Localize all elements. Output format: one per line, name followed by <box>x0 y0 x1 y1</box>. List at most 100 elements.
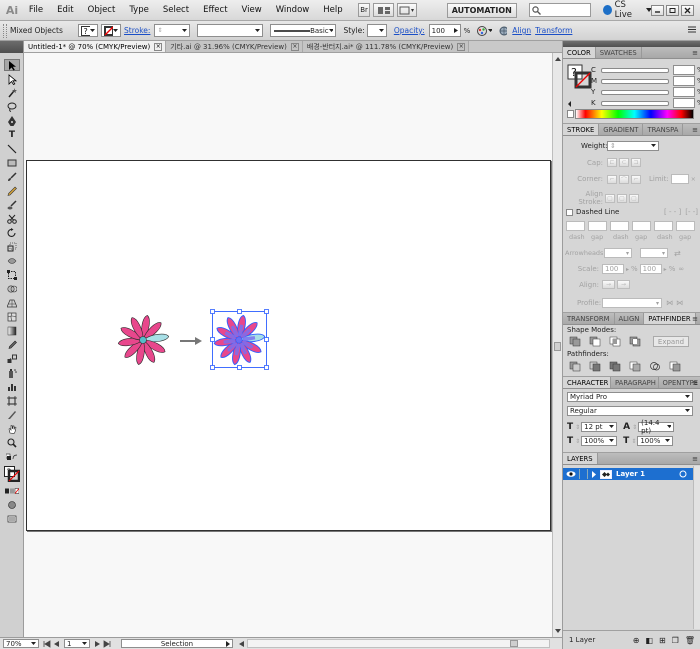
panel-tab[interactable]: PARAGRAPH <box>611 377 659 388</box>
screen-mode-button[interactable] <box>396 3 417 17</box>
panel-tab[interactable]: COLOR <box>563 47 596 58</box>
selection-handle[interactable] <box>237 365 242 370</box>
perspective-grid-tool[interactable] <box>4 297 20 309</box>
color-slider[interactable] <box>601 78 669 84</box>
dash-gap-field[interactable] <box>676 221 695 231</box>
divide-icon[interactable] <box>569 361 581 372</box>
end-scale-field[interactable]: 100 <box>639 264 662 274</box>
scissors-tool[interactable] <box>4 213 20 225</box>
direct-selection-tool[interactable] <box>4 73 20 85</box>
menu-select[interactable]: Select <box>156 5 196 15</box>
align-center-button[interactable]: ▢ <box>605 193 615 203</box>
close-tab-icon[interactable]: × <box>457 42 466 51</box>
hand-tool[interactable] <box>4 423 20 435</box>
menu-help[interactable]: Help <box>316 5 349 15</box>
menu-object[interactable]: Object <box>81 5 123 15</box>
opacity-panel-link[interactable]: Opacity: <box>394 26 425 35</box>
vertical-scale-field[interactable]: 100% <box>581 436 618 446</box>
tools-panel-titlebar[interactable] <box>0 41 23 53</box>
first-artboard-icon[interactable] <box>43 639 51 648</box>
panel-tab[interactable]: TRANSFORM <box>563 313 615 324</box>
target-icon[interactable] <box>679 470 687 478</box>
color-value-field[interactable] <box>673 87 695 97</box>
cs-live-button[interactable]: CS Live <box>602 0 651 20</box>
layer-row[interactable]: Layer 1 <box>563 468 700 480</box>
recolor-artwork-button[interactable] <box>474 24 494 37</box>
dash-alignment-corners-icon[interactable]: [- -] <box>685 208 698 216</box>
arrange-documents-button[interactable] <box>373 3 394 17</box>
artboard-tool[interactable] <box>4 395 20 407</box>
align-inside-button[interactable]: ▢ <box>617 193 627 203</box>
butt-cap-button[interactable]: ⊏ <box>607 158 617 167</box>
color-slider[interactable] <box>601 89 669 95</box>
stroke-swatch-dropdown[interactable] <box>101 24 121 37</box>
color-value-field[interactable] <box>673 65 695 75</box>
menu-edit[interactable]: Edit <box>50 5 80 15</box>
width-tool[interactable] <box>4 255 20 267</box>
bridge-button[interactable]: Br <box>357 3 371 17</box>
graphic-style-dropdown[interactable] <box>366 24 387 37</box>
panel-tab[interactable]: STROKE <box>563 124 600 135</box>
white-swatch[interactable] <box>567 110 574 118</box>
slice-tool[interactable] <box>4 409 20 421</box>
panel-tab[interactable]: ALIGN <box>615 313 645 324</box>
font-size-field[interactable]: 12 pt <box>581 422 618 432</box>
rotate-tool[interactable] <box>4 227 20 239</box>
dash-gap-field[interactable] <box>610 221 629 231</box>
scale-tool[interactable] <box>4 241 20 253</box>
dash-gap-field[interactable] <box>588 221 607 231</box>
dash-gap-field[interactable] <box>654 221 673 231</box>
blob-brush-tool[interactable] <box>4 199 20 211</box>
zoom-level-field[interactable]: 70% <box>3 639 39 648</box>
miter-limit-field[interactable] <box>670 174 689 184</box>
selection-handle[interactable] <box>264 337 269 342</box>
bevel-join-button[interactable]: ⌐ <box>631 174 641 184</box>
swap-fill-stroke[interactable] <box>4 451 20 463</box>
fill-stroke-indicator[interactable]: ? <box>4 465 20 483</box>
align-outside-button[interactable]: ▢ <box>629 193 639 203</box>
selection-tool[interactable] <box>4 59 20 71</box>
color-slider[interactable] <box>601 100 669 106</box>
transform-panel-link[interactable]: Transform <box>535 26 572 35</box>
stroke-weight-field[interactable]: ⇕ <box>154 24 191 37</box>
artboard-number-field[interactable]: 1 <box>64 639 90 648</box>
blend-tool[interactable] <box>4 353 20 365</box>
color-fill-stroke-icon[interactable]: ? <box>567 64 593 90</box>
brush-definition-dropdown[interactable]: Basic <box>270 24 337 37</box>
expand-layer-icon[interactable] <box>591 470 597 478</box>
horizontal-scroll-thumb[interactable] <box>510 640 518 647</box>
lasso-tool[interactable] <box>4 101 20 113</box>
dash-gap-field[interactable] <box>632 221 651 231</box>
intersect-icon[interactable] <box>609 336 621 347</box>
control-bar-menu-icon[interactable] <box>688 26 696 35</box>
shape-builder-tool[interactable] <box>4 283 20 295</box>
align-panel-link[interactable]: Align <box>512 26 531 35</box>
menu-window[interactable]: Window <box>269 5 317 15</box>
flip-vertical-icon[interactable]: ⋈ <box>676 299 683 307</box>
selection-handle[interactable] <box>264 309 269 314</box>
line-segment-tool[interactable] <box>4 143 20 155</box>
width-profile-dropdown[interactable]: ▾ <box>602 298 662 308</box>
drawing-modes[interactable] <box>4 499 20 511</box>
scroll-left-icon[interactable] <box>239 640 245 647</box>
variable-width-profile-dropdown[interactable] <box>197 24 264 37</box>
free-transform-tool[interactable] <box>4 269 20 281</box>
color-slider[interactable] <box>601 67 669 73</box>
horizontal-scrollbar[interactable] <box>247 639 550 648</box>
miter-join-button[interactable]: ⌐ <box>607 174 617 184</box>
horizontal-scale-field[interactable]: 100% <box>637 436 674 446</box>
lock-toggle[interactable] <box>579 469 588 479</box>
zoom-tool[interactable] <box>4 437 20 449</box>
canvas-area[interactable] <box>24 53 552 637</box>
eyedropper-tool[interactable] <box>4 339 20 351</box>
link-scale-icon[interactable]: ∞ <box>678 265 684 273</box>
dash-gap-field[interactable] <box>566 221 585 231</box>
eye-icon[interactable] <box>566 470 576 478</box>
globe-settings-button[interactable] <box>497 24 509 37</box>
next-artboard-icon[interactable] <box>93 640 101 648</box>
previous-artboard-icon[interactable] <box>53 640 61 648</box>
pencil-tool[interactable] <box>4 185 20 197</box>
start-scale-field[interactable]: 100 <box>602 264 624 274</box>
help-search-input[interactable] <box>528 3 591 17</box>
column-graph-tool[interactable] <box>4 381 20 393</box>
